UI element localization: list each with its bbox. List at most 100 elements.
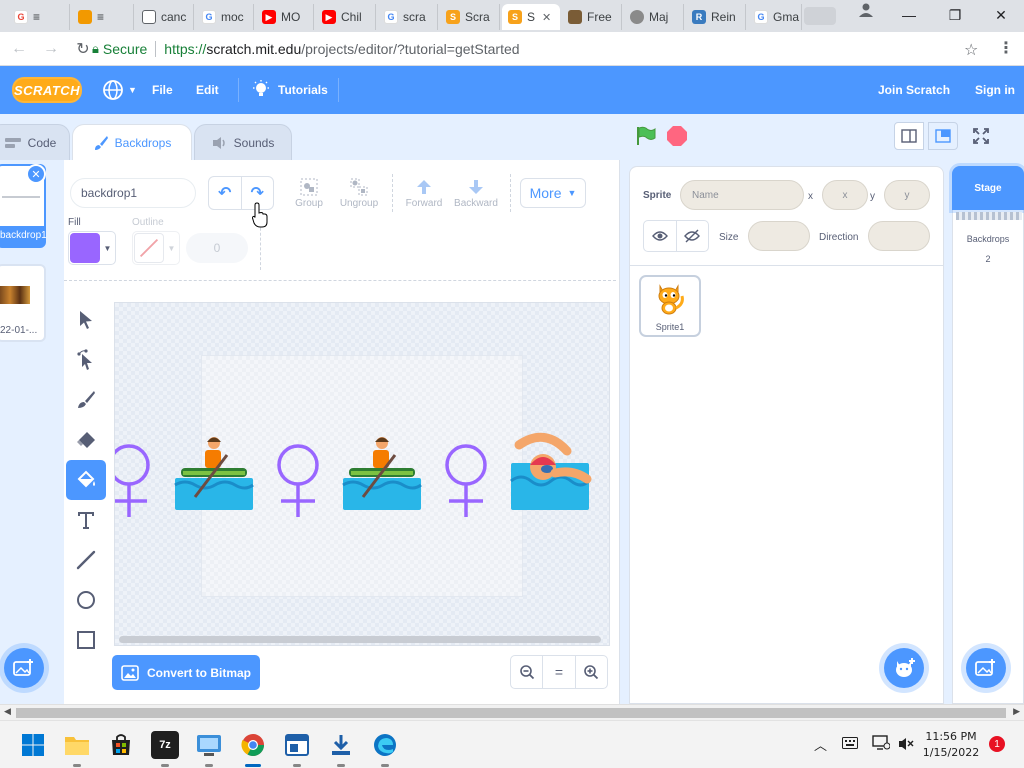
browser-tab[interactable]: S Scra xyxy=(440,4,500,30)
browser-tab[interactable]: G Gma xyxy=(748,4,802,30)
undo-icon[interactable]: ↶ xyxy=(209,177,242,209)
downloads-taskbar-icon[interactable] xyxy=(327,731,355,759)
file-explorer-taskbar-icon[interactable] xyxy=(63,731,91,759)
back-icon[interactable]: ← xyxy=(6,36,32,62)
7zip-taskbar-icon[interactable]: 7z xyxy=(151,731,179,759)
paint-canvas[interactable] xyxy=(114,302,610,646)
green-flag-icon[interactable] xyxy=(635,126,657,146)
close-window-icon[interactable]: ✕ xyxy=(978,0,1024,30)
zoom-in-button[interactable] xyxy=(576,656,607,688)
page-horizontal-scrollbar[interactable]: ◀ ▶ xyxy=(0,704,1024,720)
tab-code[interactable]: Code xyxy=(0,124,70,160)
stage-selector[interactable] xyxy=(952,166,1024,704)
browser-tab[interactable]: ▶ MO xyxy=(256,4,314,30)
keyboard-icon[interactable] xyxy=(842,737,858,749)
forward-icon[interactable]: → xyxy=(38,36,64,62)
x-input[interactable]: x xyxy=(822,180,868,210)
backward-button[interactable]: Backward xyxy=(449,176,503,209)
large-stage-button[interactable] xyxy=(928,122,958,150)
eraser-tool[interactable] xyxy=(66,420,106,460)
edit-menu[interactable]: Edit xyxy=(196,66,219,114)
line-tool[interactable] xyxy=(66,540,106,580)
scroll-right-icon[interactable]: ▶ xyxy=(1013,706,1020,717)
restore-icon[interactable]: ❐ xyxy=(932,0,978,30)
chrome-menu-icon[interactable]: ⋮ xyxy=(998,38,1014,58)
forward-button[interactable]: Forward xyxy=(397,176,451,209)
more-menu-button[interactable]: More ▼ xyxy=(520,178,586,208)
browser-tab-strip: G ≡ ≡ canc Gmoc ▶ MO ▶ Chil Gscra S Scra S S ✕… xyxy=(0,0,1024,32)
display-icon[interactable] xyxy=(872,735,890,751)
backdrop-tile-selected[interactable]: backdrop1 ✕ xyxy=(0,164,47,248)
select-tool[interactable] xyxy=(66,300,106,340)
chrome-taskbar-icon[interactable] xyxy=(239,731,267,759)
costume-name-input[interactable]: backdrop1 xyxy=(70,178,196,208)
direction-input[interactable] xyxy=(868,221,930,251)
sprite-name-input[interactable]: Name xyxy=(680,180,804,210)
speaker-muted-icon[interactable] xyxy=(898,737,914,751)
choose-sprite-button[interactable] xyxy=(884,648,924,688)
tab-sounds[interactable]: Sounds xyxy=(194,124,292,160)
sprite-tile[interactable]: Sprite1 xyxy=(639,275,701,337)
small-stage-button[interactable] xyxy=(894,122,924,150)
group-button[interactable]: Group xyxy=(282,176,336,209)
browser-tab[interactable]: canc xyxy=(136,4,194,30)
scratch-logo[interactable]: SCRATCH xyxy=(12,77,82,103)
browser-tab[interactable]: ▶ Chil xyxy=(316,4,376,30)
y-input[interactable]: y xyxy=(884,180,930,210)
address-bar[interactable]: 🔒︎ Secure https://scratch.mit.edu/projec… xyxy=(92,36,992,62)
system-clock[interactable]: 11:56 PM 1/15/2022 xyxy=(922,729,980,761)
tab-backdrops[interactable]: Backdrops xyxy=(72,124,192,160)
browser-tab[interactable]: Gscra xyxy=(378,4,438,30)
browser-tab[interactable]: Free xyxy=(562,4,622,30)
convert-to-bitmap-button[interactable]: Convert to Bitmap xyxy=(112,655,260,690)
browser-tab[interactable]: G ≡ xyxy=(8,4,70,30)
app-taskbar-icon[interactable] xyxy=(283,731,311,759)
eraser-icon xyxy=(77,432,95,448)
rectangle-tool[interactable] xyxy=(66,620,106,660)
stop-icon[interactable] xyxy=(667,126,687,146)
fullscreen-button[interactable] xyxy=(966,122,996,150)
backdrop-tile[interactable]: 22-01-... xyxy=(0,264,46,342)
language-menu[interactable]: ▼ xyxy=(102,66,137,114)
delete-backdrop-icon[interactable]: ✕ xyxy=(26,164,46,184)
profile-icon[interactable] xyxy=(858,3,874,17)
file-menu[interactable]: File xyxy=(152,66,173,114)
reshape-tool[interactable] xyxy=(66,340,106,380)
show-sprite-button[interactable] xyxy=(644,221,677,251)
browser-tab[interactable]: ≡ xyxy=(72,4,134,30)
fill-color-picker[interactable]: ▼ xyxy=(68,231,116,265)
hide-sprite-button[interactable] xyxy=(677,221,709,251)
fill-tool[interactable] xyxy=(66,460,106,500)
size-input[interactable] xyxy=(748,221,810,251)
notification-badge[interactable]: 1 xyxy=(989,736,1005,752)
browser-tab[interactable]: Gmoc xyxy=(196,4,254,30)
chevron-up-icon[interactable]: ︿ xyxy=(814,735,827,754)
sign-in-link[interactable]: Sign in xyxy=(975,66,1015,114)
start-button[interactable] xyxy=(19,731,47,759)
ungroup-button[interactable]: Ungroup xyxy=(332,176,386,209)
zoom-out-button[interactable] xyxy=(511,656,544,688)
outline-width-input[interactable]: 0 xyxy=(186,233,248,263)
choose-stage-backdrop-button[interactable] xyxy=(966,648,1006,688)
control-panel-taskbar-icon[interactable] xyxy=(195,731,223,759)
outline-color-picker[interactable]: ▼ xyxy=(132,231,180,265)
edge-taskbar-icon[interactable] xyxy=(371,731,399,759)
bookmark-star-icon[interactable]: ☆ xyxy=(964,40,978,60)
scrollbar-thumb[interactable] xyxy=(16,708,1006,718)
minimize-icon[interactable]: — xyxy=(886,0,932,30)
choose-backdrop-button[interactable] xyxy=(4,648,44,688)
browser-tab-active[interactable]: S S ✕ xyxy=(502,4,560,30)
tutorials-button[interactable]: Tutorials xyxy=(252,66,328,114)
browser-tab[interactable]: Maj xyxy=(624,4,684,30)
scroll-left-icon[interactable]: ◀ xyxy=(4,706,11,717)
join-scratch-link[interactable]: Join Scratch xyxy=(878,66,950,114)
close-tab-icon[interactable]: ✕ xyxy=(542,11,551,24)
canvas-horizontal-scrollbar[interactable] xyxy=(119,636,601,643)
store-taskbar-icon[interactable] xyxy=(107,731,135,759)
browser-tab[interactable]: R Rein xyxy=(686,4,746,30)
zoom-reset-button[interactable]: = xyxy=(543,656,576,688)
text-tool[interactable] xyxy=(66,500,106,540)
brush-tool[interactable] xyxy=(66,380,106,420)
new-tab-button[interactable] xyxy=(804,7,836,25)
circle-tool[interactable] xyxy=(66,580,106,620)
